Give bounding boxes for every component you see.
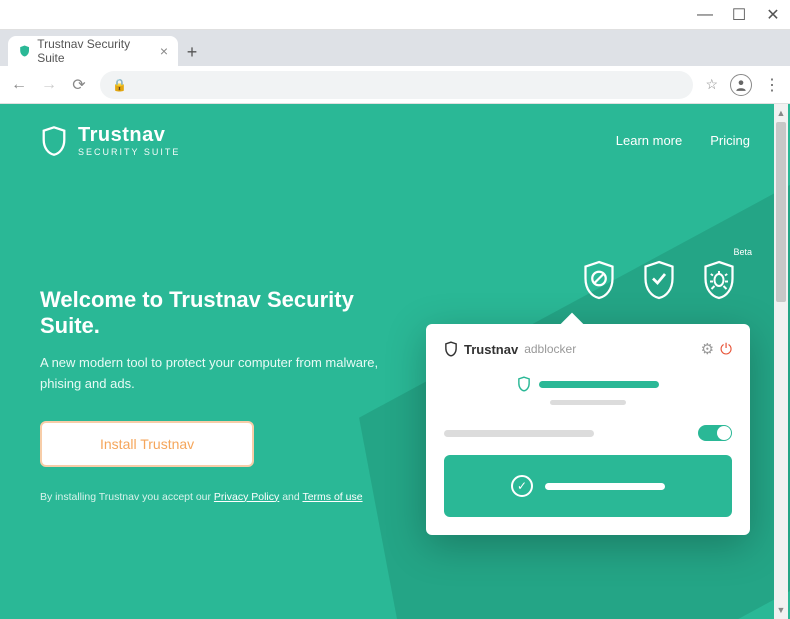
back-icon[interactable]: ← <box>10 76 28 94</box>
browser-menu-icon[interactable]: ⋮ <box>764 75 780 95</box>
site-header: Trustnav SECURITY SUITE Learn more Prici… <box>0 104 790 177</box>
nav-learn-more[interactable]: Learn more <box>616 133 682 148</box>
popup-status <box>444 376 732 405</box>
vertical-scrollbar[interactable]: ▲ ▼ <box>774 104 788 619</box>
minimize-icon[interactable]: — <box>698 8 712 22</box>
toggle-label-placeholder <box>444 430 594 437</box>
new-tab-button[interactable]: + <box>178 38 206 66</box>
browser-tab[interactable]: Trustnav Security Suite × <box>8 36 178 66</box>
brand-sub: SECURITY SUITE <box>78 147 180 157</box>
window-controls: — ☐ ✕ <box>0 0 790 30</box>
feature-protection-icon[interactable] <box>640 259 678 301</box>
tab-title: Trustnav Security Suite <box>37 37 154 65</box>
url-input[interactable]: 🔒 <box>100 71 693 99</box>
privacy-link[interactable]: Privacy Policy <box>214 491 279 503</box>
feature-adblock-icon[interactable] <box>580 259 618 301</box>
tab-close-icon[interactable]: × <box>160 43 168 59</box>
feature-antivirus-icon[interactable]: Beta <box>700 259 738 301</box>
extension-popup: Trustnav adblocker ⚙ ⏻ ✓ <box>426 324 750 535</box>
forward-icon[interactable]: → <box>40 76 58 94</box>
gear-icon[interactable]: ⚙ <box>701 340 714 358</box>
popup-brand: Trustnav <box>464 342 518 357</box>
address-bar: ← → ⟳ 🔒 ☆ ⋮ <box>0 66 790 104</box>
maximize-icon[interactable]: ☐ <box>732 8 746 22</box>
reload-icon[interactable]: ⟳ <box>70 75 88 95</box>
enable-toggle[interactable] <box>698 425 732 441</box>
status-row <box>517 376 659 392</box>
disclaimer-and: and <box>279 491 302 503</box>
popup-header: Trustnav adblocker ⚙ ⏻ <box>444 340 732 358</box>
power-icon[interactable]: ⏻ <box>720 341 732 358</box>
status-text-placeholder <box>539 381 659 388</box>
nav-links: Learn more Pricing <box>616 133 750 148</box>
beta-badge: Beta <box>733 247 752 257</box>
profile-avatar-icon[interactable] <box>730 74 752 96</box>
hero-section: Welcome to Trustnav Security Suite. A ne… <box>0 177 420 503</box>
tab-bar: Trustnav Security Suite × + <box>0 30 790 66</box>
disclaimer: By installing Trustnav you accept our Pr… <box>40 491 380 503</box>
terms-link[interactable]: Terms of use <box>302 491 362 503</box>
close-window-icon[interactable]: ✕ <box>766 8 780 22</box>
status-subtext-placeholder <box>550 400 626 405</box>
logo-shield-icon <box>40 125 68 157</box>
popup-shield-icon <box>444 341 458 357</box>
page-content: ▲ ▼ Trustnav SECURITY SUITE Learn more P… <box>0 104 790 619</box>
nav-pricing[interactable]: Pricing <box>710 133 750 148</box>
tab-favicon-shield-icon <box>18 44 31 58</box>
hero-body: A new modern tool to protect your comput… <box>40 353 380 395</box>
popup-toggle-row <box>444 425 732 441</box>
status-shield-icon <box>517 376 531 392</box>
check-icon: ✓ <box>511 475 533 497</box>
popup-action-button[interactable]: ✓ <box>444 455 732 517</box>
feature-icons: Beta <box>580 259 738 301</box>
brand-name: Trustnav <box>78 124 180 147</box>
lock-icon: 🔒 <box>112 78 127 92</box>
scrollbar-up-icon[interactable]: ▲ <box>776 106 786 120</box>
disclaimer-prefix: By installing Trustnav you accept our <box>40 491 214 503</box>
scrollbar-thumb[interactable] <box>776 122 786 302</box>
logo-text: Trustnav SECURITY SUITE <box>78 124 180 157</box>
bookmark-star-icon[interactable]: ☆ <box>705 76 718 93</box>
popup-product: adblocker <box>524 342 576 356</box>
logo[interactable]: Trustnav SECURITY SUITE <box>40 124 180 157</box>
action-text-placeholder <box>545 483 665 490</box>
install-button[interactable]: Install Trustnav <box>40 421 254 467</box>
hero-title: Welcome to Trustnav Security Suite. <box>40 287 380 339</box>
scrollbar-down-icon[interactable]: ▼ <box>776 603 786 617</box>
